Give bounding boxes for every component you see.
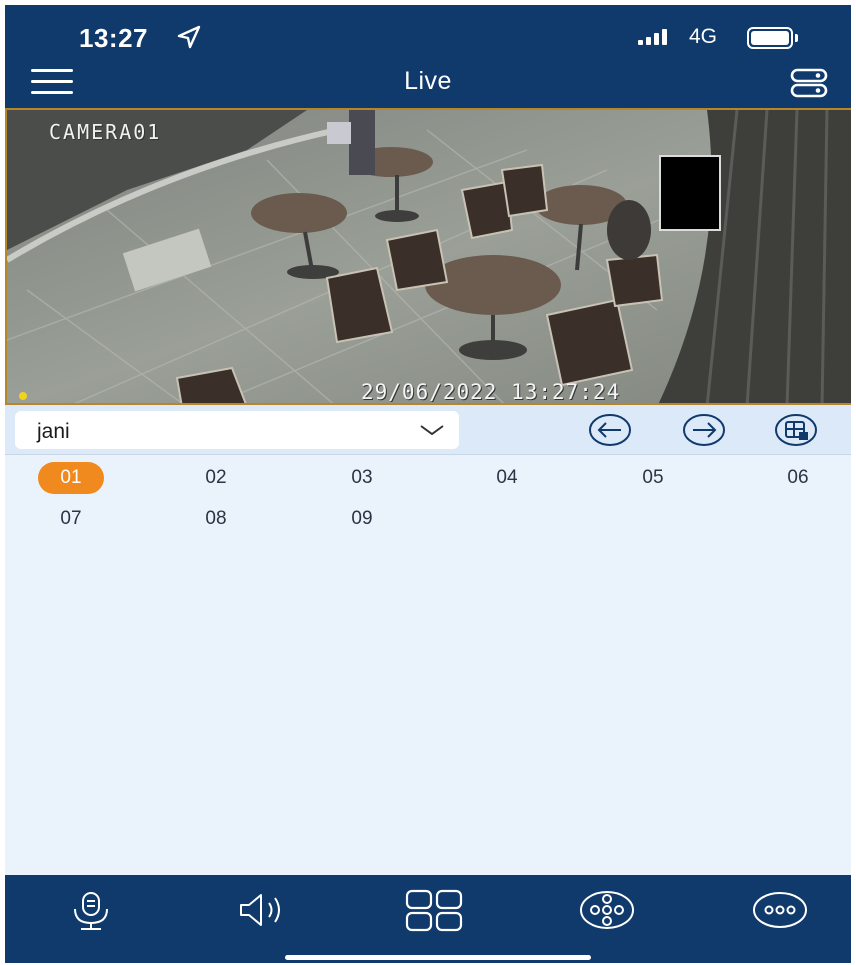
battery-tip: [795, 34, 798, 42]
header: 13:27 4G Live: [5, 5, 851, 108]
control-bar: jani: [5, 405, 851, 455]
live-video-view[interactable]: CAMERA01 29/06/2022 13:27:24: [5, 108, 851, 405]
page-title: Live: [404, 67, 452, 95]
chevron-down-icon: [420, 425, 444, 436]
video-timestamp: 29/06/2022 13:27:24: [361, 380, 621, 404]
status-time: 13:27: [79, 23, 148, 53]
channel-03[interactable]: 03: [329, 462, 395, 494]
more-icon[interactable]: [750, 887, 810, 933]
intercom-icon[interactable]: [61, 887, 121, 933]
signal-bars-icon: [638, 29, 667, 45]
split-screen-icon[interactable]: [773, 413, 819, 447]
arrow-right-circle-icon[interactable]: [681, 413, 727, 447]
app-screen: 13:27 4G Live CAMERA01 29/06/2022 13:27:…: [5, 5, 851, 963]
battery-icon: [747, 27, 793, 49]
channel-02[interactable]: 02: [183, 462, 249, 494]
channel-05[interactable]: 05: [620, 462, 686, 494]
recording-indicator: [19, 392, 27, 400]
channel-01[interactable]: 01: [38, 462, 104, 494]
device-select-value: jani: [37, 420, 70, 443]
camera-feed-image: [7, 110, 851, 403]
channel-04[interactable]: 04: [474, 462, 540, 494]
home-indicator: [285, 955, 591, 960]
camera-label: CAMERA01: [49, 120, 162, 144]
channel-09[interactable]: 09: [329, 503, 395, 535]
ptz-icon[interactable]: [577, 887, 637, 933]
location-arrow-icon: [177, 25, 201, 49]
channel-07[interactable]: 07: [38, 503, 104, 535]
device-list-icon[interactable]: [789, 67, 829, 99]
grid-view-icon[interactable]: [404, 887, 464, 933]
channel-08[interactable]: 08: [183, 503, 249, 535]
arrow-left-circle-icon[interactable]: [587, 413, 633, 447]
bottom-toolbar: [5, 875, 851, 963]
device-select[interactable]: jani: [15, 411, 459, 449]
speaker-icon[interactable]: [233, 887, 293, 933]
channel-06[interactable]: 06: [765, 462, 831, 494]
network-label: 4G: [689, 25, 718, 48]
